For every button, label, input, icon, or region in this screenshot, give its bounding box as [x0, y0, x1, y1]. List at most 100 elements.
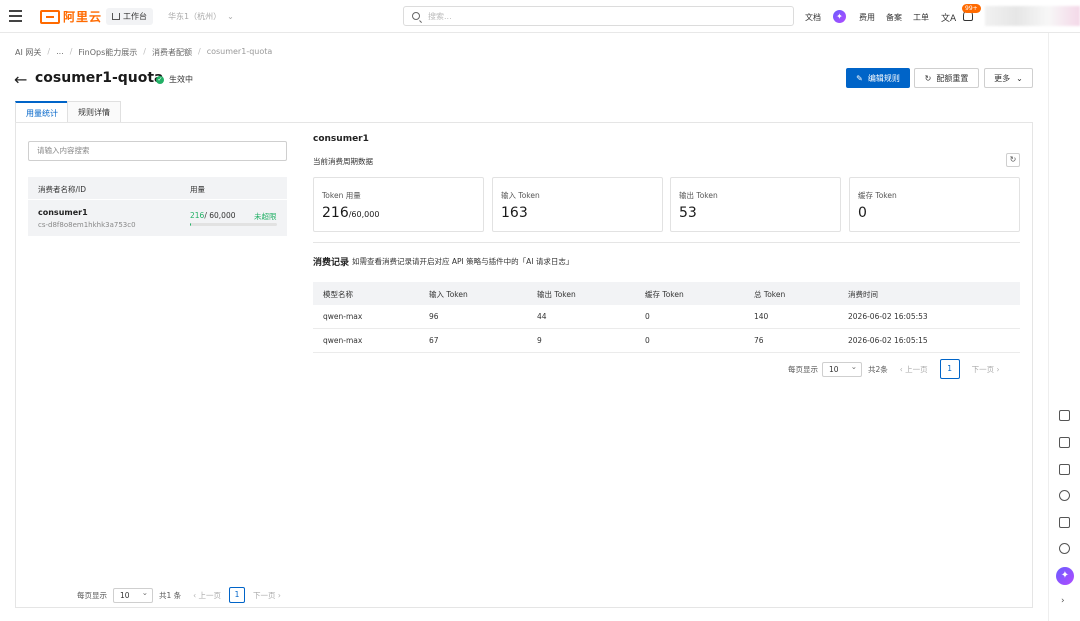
- cell-total: 140: [754, 312, 769, 321]
- document-icon[interactable]: [1059, 410, 1070, 421]
- column-model: 模型名称: [323, 290, 353, 299]
- workbench-label: 工作台: [123, 12, 147, 21]
- refresh-icon[interactable]: ↻: [1006, 153, 1020, 167]
- cell-output: 9: [537, 336, 542, 345]
- language-icon[interactable]: 文A: [941, 11, 956, 24]
- user-avatar[interactable]: [985, 6, 1080, 26]
- page-number[interactable]: 1: [939, 359, 960, 379]
- more-label: 更多: [994, 73, 1011, 83]
- prev-page-button[interactable]: ‹ 上一页: [193, 590, 221, 601]
- stat-card-cache-token: 缓存 Token 0: [849, 177, 1020, 232]
- column-time: 消费时间: [848, 290, 878, 299]
- edit-icon[interactable]: [1059, 517, 1070, 528]
- next-page-button[interactable]: 下一页 ›: [972, 364, 1000, 375]
- next-page-button[interactable]: 下一页 ›: [253, 590, 281, 601]
- menu-icon[interactable]: [9, 10, 22, 22]
- cell-input: 67: [429, 336, 439, 345]
- chevron-down-icon: ⌄: [1016, 73, 1023, 83]
- edit-rule-button[interactable]: ✎ 编辑规则: [846, 68, 910, 88]
- workbench-button[interactable]: 工作台: [106, 8, 153, 25]
- stat-value: 163: [501, 205, 528, 221]
- cell-cache: 0: [645, 312, 650, 321]
- cell-cache: 0: [645, 336, 650, 345]
- cell-input: 96: [429, 312, 439, 321]
- stat-card-token-usage: Token 用量 216/60,000: [313, 177, 484, 232]
- table-row[interactable]: consumer1 cs-d8f8o8em1hkhk3a753c0 216/ 6…: [28, 199, 287, 236]
- column-output-token: 输出 Token: [537, 290, 576, 299]
- cell-time: 2026-06-02 16:05:53: [848, 312, 928, 321]
- column-input-token: 输入 Token: [429, 290, 468, 299]
- usage-progress-bar: [190, 223, 277, 226]
- nav-ticket[interactable]: 工单: [913, 12, 929, 23]
- per-page-select[interactable]: 10: [113, 586, 153, 603]
- stat-label: 输出 Token: [679, 191, 718, 200]
- nav-icp[interactable]: 备案: [886, 12, 902, 23]
- image-icon[interactable]: [1059, 464, 1070, 475]
- per-page-label: 每页显示: [788, 364, 818, 374]
- cell-model: qwen-max: [323, 312, 363, 321]
- reset-quota-label: 配额重置: [936, 73, 969, 83]
- consumer-title: consumer1: [313, 134, 369, 144]
- breadcrumb-finops[interactable]: FinOps能力展示: [78, 47, 137, 58]
- left-pagination: 每页显示 10 共1 条 ‹ 上一页 1 下一页 ›: [77, 586, 281, 603]
- aliyun-logo[interactable]: 阿里云: [40, 8, 102, 25]
- column-usage: 用量: [190, 185, 205, 194]
- records-table-header: 模型名称 输入 Token 输出 Token 缓存 Token 总 Token …: [313, 282, 1020, 305]
- chevron-down-icon: ⌄: [227, 12, 234, 21]
- cell-output: 44: [537, 312, 547, 321]
- chevron-right-icon[interactable]: ›: [1061, 596, 1065, 606]
- back-arrow-icon[interactable]: ←: [14, 70, 27, 89]
- per-page-label: 每页显示: [77, 590, 107, 600]
- nav-docs[interactable]: 文档: [805, 12, 821, 23]
- api-icon[interactable]: [1059, 437, 1070, 448]
- column-cache-token: 缓存 Token: [645, 290, 684, 299]
- page-title: cosumer1-quota: [35, 70, 164, 86]
- breadcrumb-consumer-quota[interactable]: 消费者配额: [152, 47, 192, 58]
- usage-used: 216: [190, 211, 205, 220]
- page-number[interactable]: 1: [229, 587, 246, 603]
- global-search-input[interactable]: 搜索...: [403, 6, 794, 26]
- stat-value: 53: [679, 205, 697, 221]
- right-tool-rail: [1048, 33, 1080, 621]
- consumer-table-header: 消费者名称/ID 用量: [28, 177, 287, 199]
- consumer-name: consumer1: [38, 208, 88, 217]
- breadcrumb-ai-gateway[interactable]: AI 网关: [15, 47, 41, 58]
- nav-billing[interactable]: 费用: [859, 12, 875, 23]
- ai-assistant-icon[interactable]: ✦: [833, 10, 846, 23]
- usage-quota: / 60,000: [204, 211, 236, 220]
- status-label: 生效中: [169, 75, 193, 84]
- period-label: 当前消费周期数据: [313, 157, 373, 166]
- cell-model: qwen-max: [323, 336, 363, 345]
- edit-icon: ✎: [856, 73, 863, 83]
- ai-assistant-icon[interactable]: ✦: [1056, 567, 1074, 585]
- edit-rule-label: 编辑规则: [867, 73, 900, 83]
- more-button[interactable]: 更多 ⌄: [984, 68, 1033, 88]
- refresh-icon: ↻: [924, 73, 932, 83]
- usage-value: 216/ 60,000: [190, 211, 235, 220]
- column-total-token: 总 Token: [754, 290, 786, 299]
- prev-page-button[interactable]: ‹ 上一页: [900, 364, 928, 375]
- cell-total: 76: [754, 336, 764, 345]
- records-note: 如需查看消费记录请开启对应 API 策略与插件中的「AI 请求日志」: [352, 257, 574, 266]
- breadcrumb: AI 网关 / ... / FinOps能力展示 / 消费者配额 / cosumer1-…: [15, 47, 273, 58]
- consumer-id: cs-d8f8o8em1hkhk3a753c0: [38, 221, 136, 229]
- support-icon[interactable]: [1059, 543, 1070, 554]
- stat-value: 216/60,000: [322, 205, 380, 221]
- logo-text: 阿里云: [63, 10, 103, 24]
- consumer-search-input[interactable]: 请输入内容搜索: [28, 141, 287, 161]
- tab-usage-stats[interactable]: 用量统计: [15, 101, 69, 123]
- notification-badge: 99+: [962, 4, 981, 13]
- region-selector[interactable]: 华东1（杭州） ⌄: [168, 11, 234, 22]
- stat-label: 缓存 Token: [858, 191, 897, 200]
- tab-rule-details[interactable]: 规则详情: [67, 101, 121, 123]
- total-count: 共1 条: [159, 590, 182, 600]
- home-icon: [112, 13, 120, 20]
- status-badge: ✓ 生效中: [156, 74, 193, 85]
- per-page-select[interactable]: 10: [822, 360, 862, 377]
- breadcrumb-ellipsis[interactable]: ...: [56, 47, 64, 58]
- reset-quota-button[interactable]: ↻ 配额重置: [914, 68, 979, 88]
- quota-state: 未超限: [254, 212, 277, 221]
- stat-card-input-token: 输入 Token 163: [492, 177, 663, 232]
- check-circle-icon: ✓: [156, 75, 164, 84]
- gear-icon[interactable]: [1059, 490, 1070, 501]
